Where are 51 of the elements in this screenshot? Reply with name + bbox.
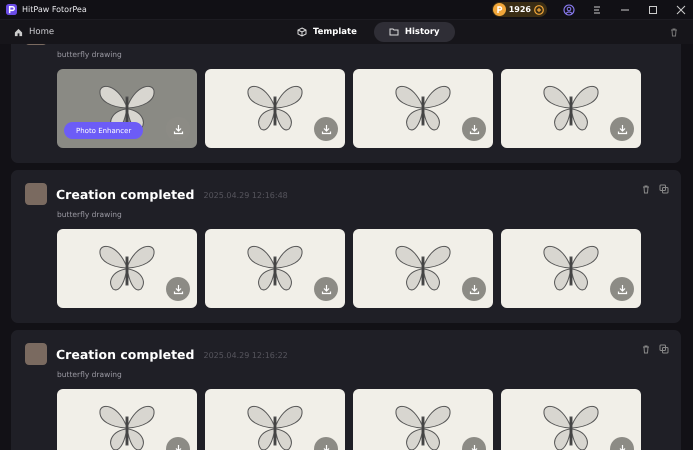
download-icon [468, 124, 480, 134]
image-placeholder[interactable] [205, 229, 345, 308]
download-button[interactable] [314, 117, 338, 141]
image-placeholder[interactable] [353, 69, 493, 148]
image-placeholder[interactable] [205, 389, 345, 450]
delete-icon[interactable] [669, 27, 679, 37]
download-icon [616, 284, 628, 294]
delete-icon[interactable] [641, 184, 651, 194]
image-placeholder[interactable] [205, 69, 345, 148]
avatar-placeholder [25, 183, 47, 205]
user-icon[interactable] [563, 4, 575, 16]
download-button[interactable] [462, 277, 486, 301]
download-icon [172, 124, 184, 134]
app-logo [6, 4, 17, 15]
image-placeholder[interactable] [57, 389, 197, 450]
menu-icon[interactable] [591, 4, 603, 16]
coin-icon [492, 3, 506, 16]
avatar-placeholder [25, 343, 47, 365]
download-icon [320, 284, 332, 294]
credits-badge[interactable]: 1926 [492, 2, 547, 17]
image-placeholder[interactable] [501, 69, 641, 148]
image-placeholder[interactable] [353, 229, 493, 308]
image-placeholder[interactable] [57, 229, 197, 308]
download-icon [172, 284, 184, 294]
download-button[interactable] [314, 277, 338, 301]
close-icon[interactable] [675, 4, 687, 16]
download-button[interactable] [462, 117, 486, 141]
copy-icon[interactable] [659, 344, 669, 354]
download-icon [468, 284, 480, 294]
plus-icon[interactable] [534, 4, 544, 14]
tab[interactable]: Template [282, 22, 372, 42]
tab[interactable]: History [374, 22, 455, 42]
image-placeholder[interactable] [501, 389, 641, 450]
download-icon [616, 124, 628, 134]
cube-icon [297, 27, 307, 37]
card-title: Creation completed [56, 346, 194, 362]
image-placeholder[interactable] [353, 389, 493, 450]
home-icon [14, 28, 23, 36]
home-link[interactable]: Home [14, 27, 54, 37]
copy-icon[interactable] [659, 184, 669, 194]
folder-icon [388, 27, 399, 37]
download-button[interactable] [610, 117, 634, 141]
window-title: HitPaw FotorPea [22, 5, 87, 14]
download-button[interactable] [166, 277, 190, 301]
download-button[interactable] [610, 277, 634, 301]
download-icon [320, 124, 332, 134]
credits-count: 1926 [508, 5, 531, 14]
maximize-icon[interactable] [647, 4, 659, 16]
image-placeholder[interactable] [501, 229, 641, 308]
delete-icon[interactable] [641, 344, 651, 354]
card-title: Creation completed [56, 186, 194, 202]
